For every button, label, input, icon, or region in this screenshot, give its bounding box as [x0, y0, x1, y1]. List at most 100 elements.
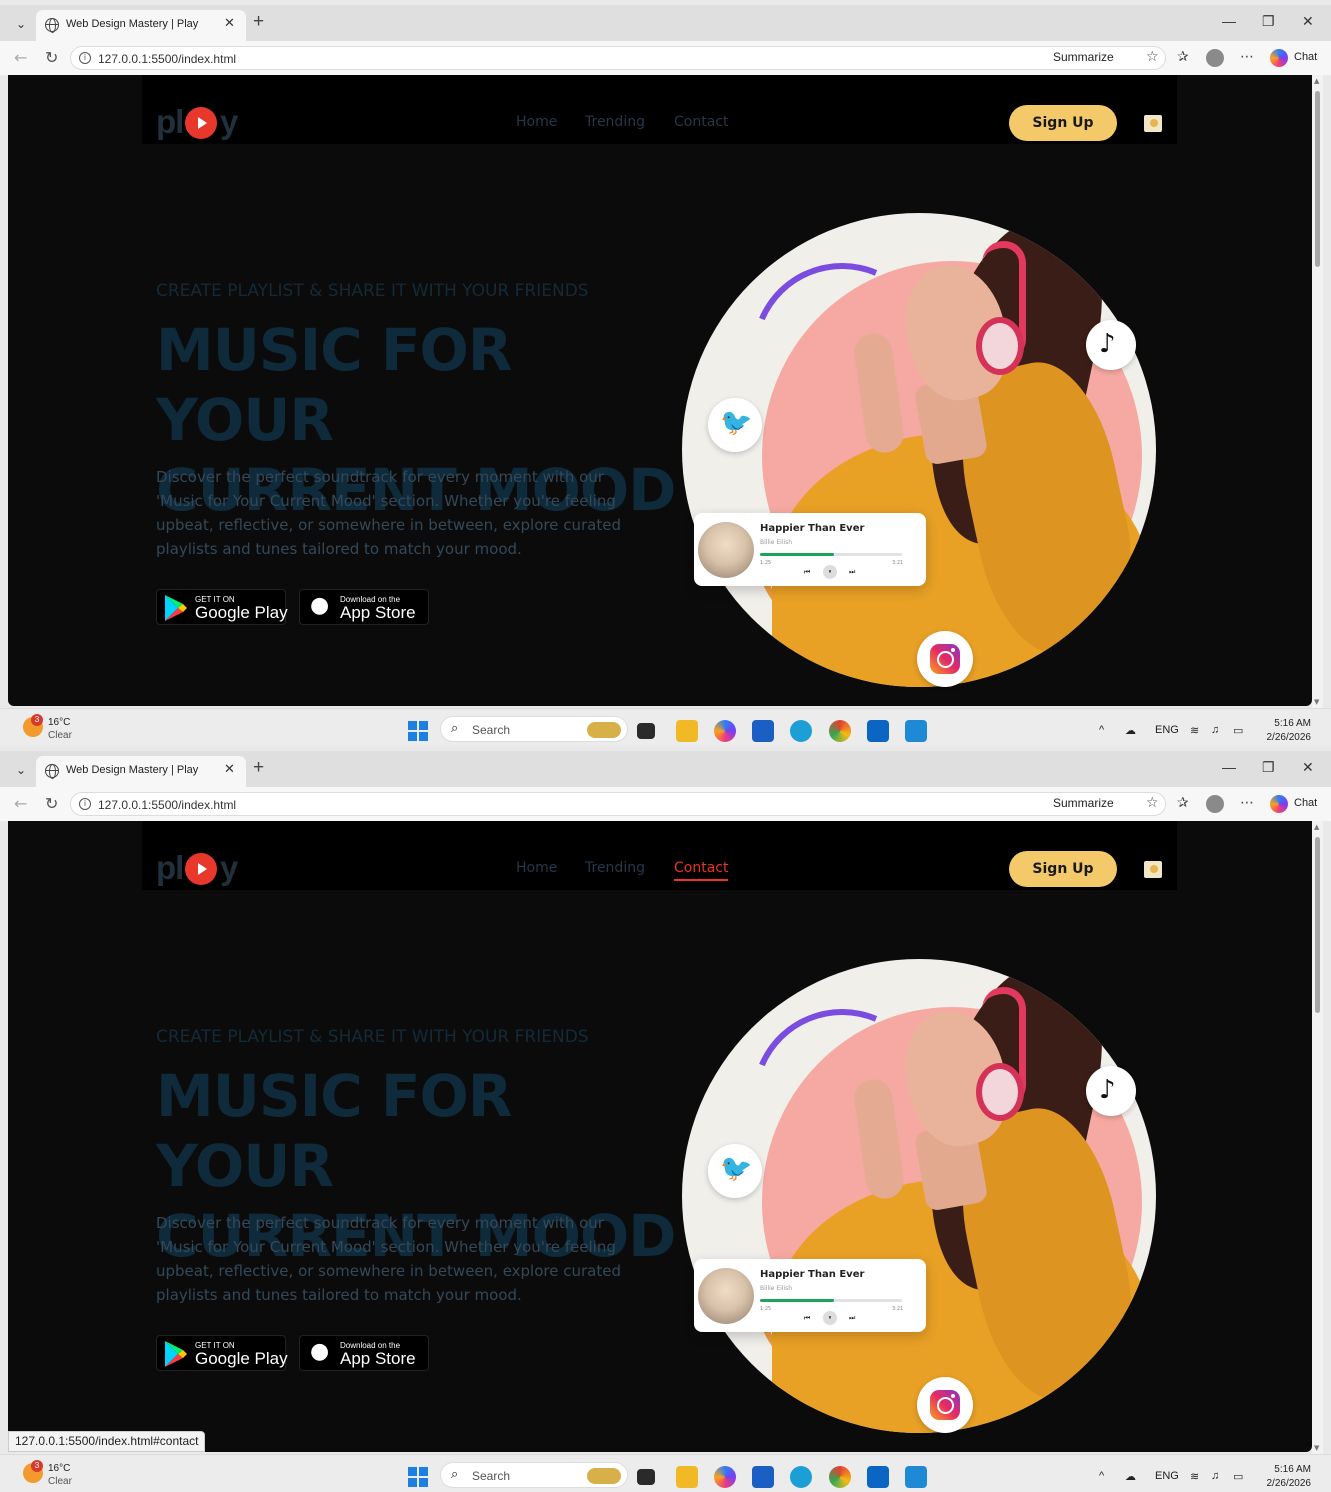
taskbar-search[interactable]: ⌕ Search — [440, 716, 628, 742]
nav-trending[interactable]: Trending — [585, 860, 645, 876]
whiteboard-icon[interactable] — [752, 720, 774, 742]
player-progress-bar[interactable] — [760, 553, 902, 556]
site-info-icon[interactable]: i — [79, 798, 91, 810]
app-store-button[interactable]: ● Download on the App Store — [299, 589, 429, 625]
restore-button[interactable]: ❐ — [1262, 13, 1275, 30]
onedrive-icon[interactable]: ☁ — [1125, 724, 1136, 737]
new-tab-button[interactable]: + — [253, 11, 264, 33]
browser-tab[interactable]: Web Design Mastery | Play ✕ — [36, 10, 246, 41]
nav-home[interactable]: Home — [516, 114, 557, 130]
tab-close-button[interactable]: ✕ — [224, 16, 235, 31]
scroll-down-icon[interactable]: ▼ — [1314, 698, 1319, 706]
chrome-icon[interactable] — [829, 720, 851, 742]
nav-home[interactable]: Home — [516, 860, 557, 876]
previous-track-icon[interactable]: ⏮ — [804, 1314, 810, 1323]
close-window-button[interactable]: ✕ — [1302, 759, 1314, 776]
more-menu-icon[interactable]: ⋯ — [1240, 49, 1254, 65]
pause-button[interactable]: ⏸ — [823, 565, 837, 579]
battery-icon[interactable]: ▭ — [1233, 1470, 1243, 1483]
favorite-star-icon[interactable]: ☆ — [1146, 49, 1159, 65]
url-field[interactable]: i 127.0.0.1:5500/index.html — [70, 46, 1166, 70]
url-field[interactable]: i 127.0.0.1:5500/index.html — [70, 792, 1166, 816]
scroll-up-icon[interactable]: ▲ — [1314, 823, 1319, 831]
favorites-list-icon[interactable]: ✰ — [1177, 795, 1189, 811]
volume-icon[interactable]: ♫ — [1211, 724, 1219, 736]
logo-text-right[interactable]: y — [220, 849, 238, 887]
windows-start-icon[interactable] — [408, 1467, 428, 1487]
back-arrow-icon[interactable]: ← — [14, 48, 27, 67]
logo-text-right[interactable]: y — [220, 103, 238, 141]
scrollbar-thumb[interactable] — [1315, 837, 1320, 1013]
language-indicator[interactable]: ENG — [1155, 724, 1179, 736]
edge-icon[interactable] — [790, 720, 812, 742]
scroll-up-icon[interactable]: ▲ — [1314, 77, 1319, 85]
next-track-icon[interactable]: ⏭ — [849, 568, 855, 577]
tiktok-icon[interactable]: ♪ — [1086, 1066, 1136, 1116]
copilot-icon[interactable] — [1270, 795, 1288, 813]
google-play-button[interactable]: GET IT ON Google Play — [156, 589, 288, 625]
restore-button[interactable]: ❐ — [1262, 759, 1275, 776]
file-explorer-icon[interactable] — [676, 1466, 698, 1488]
player-progress-bar[interactable] — [760, 1299, 902, 1302]
onedrive-icon[interactable]: ☁ — [1125, 1470, 1136, 1483]
system-clock[interactable]: 5:16 AM 2/26/2026 — [1263, 717, 1312, 745]
tab-actions-chevron-icon[interactable]: ⌄ — [11, 14, 31, 34]
google-play-button[interactable]: GET IT ON Google Play — [156, 1335, 288, 1371]
edge-icon[interactable] — [790, 1466, 812, 1488]
linkedin-icon[interactable] — [867, 1466, 889, 1488]
app-store-button[interactable]: ● Download on the App Store — [299, 1335, 429, 1371]
summarize-button[interactable]: Summarize — [1053, 796, 1114, 810]
chat-button[interactable]: Chat — [1294, 797, 1317, 809]
favorite-star-icon[interactable]: ☆ — [1146, 795, 1159, 811]
volume-icon[interactable]: ♫ — [1211, 1470, 1219, 1482]
whiteboard-icon[interactable] — [752, 1466, 774, 1488]
copilot-icon[interactable] — [1270, 49, 1288, 67]
instagram-icon[interactable] — [917, 631, 973, 687]
windows-start-icon[interactable] — [408, 721, 428, 741]
page-scrollbar[interactable]: ▲ ▼ — [1312, 75, 1323, 708]
site-info-icon[interactable]: i — [79, 52, 91, 64]
previous-track-icon[interactable]: ⏮ — [804, 568, 810, 577]
nav-contact[interactable]: Contact — [674, 114, 728, 130]
nav-contact[interactable]: Contact — [674, 860, 729, 881]
pause-button[interactable]: ⏸ — [823, 1311, 837, 1325]
sign-up-button[interactable]: Sign Up — [1009, 105, 1117, 141]
sign-up-button[interactable]: Sign Up — [1009, 851, 1117, 887]
task-view-icon[interactable] — [637, 1469, 655, 1485]
theme-toggle-icon[interactable] — [1144, 115, 1162, 132]
language-indicator[interactable]: ENG — [1155, 1470, 1179, 1482]
browser-tab[interactable]: Web Design Mastery | Play ✕ — [36, 756, 246, 787]
logo-text-left[interactable]: pl — [156, 849, 184, 887]
wifi-icon[interactable]: ≋ — [1190, 1470, 1199, 1483]
tray-chevron-icon[interactable]: ^ — [1099, 1470, 1104, 1482]
instagram-icon[interactable] — [917, 1377, 973, 1433]
close-window-button[interactable]: ✕ — [1302, 13, 1314, 30]
tab-actions-chevron-icon[interactable]: ⌄ — [11, 760, 31, 780]
tab-close-button[interactable]: ✕ — [224, 762, 235, 777]
back-arrow-icon[interactable]: ← — [14, 794, 27, 813]
profile-avatar[interactable] — [1206, 795, 1224, 813]
logo-text-left[interactable]: pl — [156, 103, 184, 141]
next-track-icon[interactable]: ⏭ — [849, 1314, 855, 1323]
twitter-icon[interactable]: 🐦 — [708, 1144, 762, 1198]
page-scrollbar[interactable]: ▲ ▼ — [1312, 821, 1323, 1454]
nav-trending[interactable]: Trending — [585, 114, 645, 130]
copilot-app-icon[interactable] — [714, 720, 736, 742]
more-menu-icon[interactable]: ⋯ — [1240, 795, 1254, 811]
profile-avatar[interactable] — [1206, 49, 1224, 67]
new-tab-button[interactable]: + — [253, 757, 264, 779]
scroll-down-icon[interactable]: ▼ — [1314, 1444, 1319, 1452]
system-clock[interactable]: 5:16 AM 2/26/2026 — [1263, 1463, 1312, 1491]
copilot-app-icon[interactable] — [714, 1466, 736, 1488]
minimize-button[interactable]: — — [1222, 13, 1236, 29]
wifi-icon[interactable]: ≋ — [1190, 724, 1199, 737]
minimize-button[interactable]: — — [1222, 759, 1236, 775]
task-view-icon[interactable] — [637, 723, 655, 739]
summarize-button[interactable]: Summarize — [1053, 50, 1114, 64]
tiktok-icon[interactable]: ♪ — [1086, 320, 1136, 370]
theme-toggle-icon[interactable] — [1144, 861, 1162, 878]
linkedin-icon[interactable] — [867, 720, 889, 742]
chrome-icon[interactable] — [829, 1466, 851, 1488]
favorites-list-icon[interactable]: ✰ — [1177, 49, 1189, 65]
twitter-icon[interactable]: 🐦 — [708, 398, 762, 452]
